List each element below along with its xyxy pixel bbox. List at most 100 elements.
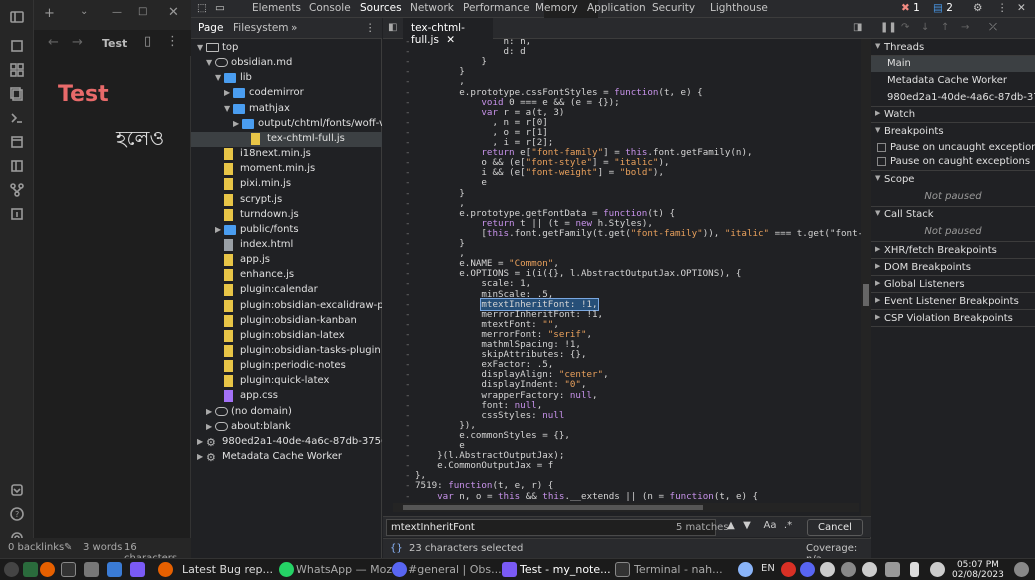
call-stack-section[interactable]: ▼ Call Stack [871,206,1035,223]
tree-item[interactable]: app.js [191,253,382,268]
tree-item[interactable]: plugin:calendar [191,283,382,298]
backlinks-count[interactable]: 0 backlinks [8,542,64,553]
tab-elements[interactable]: Elements [252,2,301,14]
global-listeners-section[interactable]: ▶ Global Listeners [871,276,1035,293]
calendar-icon[interactable] [9,134,25,150]
dom-breakpoints-section[interactable]: ▶ DOM Breakpoints [871,259,1035,276]
tab-lighthouse[interactable]: Lighthouse [710,2,768,14]
collapsed-arrow-icon[interactable]: ▶ [224,88,230,97]
deactivate-breakpoints-icon[interactable]: ⤫ [989,22,997,33]
tree-item[interactable]: ▶ codemirror [191,86,382,101]
code-line[interactable]: - wrapperFactory: null, [383,390,861,401]
tree-item[interactable]: enhance.js [191,268,382,283]
tray-location-icon[interactable] [862,562,877,577]
tree-item[interactable]: i18next.min.js [191,147,382,162]
code-line[interactable]: - e.CommonOutputJax = f [383,461,861,471]
forward-icon[interactable]: → [72,35,83,50]
expanded-arrow-icon[interactable]: ▼ [215,73,221,82]
code-view[interactable]: - h: h, - d: d- } - } - ,- e.prototype.cssF… [383,39,861,519]
open-quick-switcher-icon[interactable] [9,38,25,54]
code-line[interactable]: - var n, o = this && this.__extends || (… [383,491,861,502]
tray-chat-icon[interactable] [820,562,835,577]
pause-icon[interactable]: ❚❚ [880,22,897,33]
close-devtools-icon[interactable]: ✕ [1017,2,1026,14]
more-options-icon[interactable]: ⋮ [166,34,179,49]
tree-item[interactable]: ▶ about:blank [191,420,382,435]
tray-power-icon[interactable] [930,562,945,577]
xhr-breakpoints-section[interactable]: ▶ XHR/fetch Breakpoints [871,242,1035,259]
tree-item[interactable]: ▼ lib [191,71,382,86]
threads-section[interactable]: ▼ Threads [871,39,1035,56]
editor-tab-file[interactable]: tex-chtml-full.js ✕ [403,18,493,46]
tray-battery-icon[interactable] [910,562,919,577]
step-icon[interactable]: → [961,22,969,33]
tab-performance[interactable]: Performance [463,2,530,14]
tree-item[interactable]: plugin:quick-latex [191,374,382,389]
scope-section[interactable]: ▼ Scope [871,171,1035,188]
regex-icon[interactable]: .* [781,520,795,534]
tab-page[interactable]: Page [198,22,223,34]
prev-match-icon[interactable]: ▲ [724,520,738,534]
kanban-icon[interactable] [9,158,25,174]
obsidian-launcher-icon[interactable] [130,562,145,577]
tree-item[interactable]: app.css [191,389,382,404]
toggle-navigator-icon[interactable]: ◧ [388,22,397,33]
tab-memory[interactable]: Memory [535,2,578,14]
new-tab-icon[interactable]: + [44,6,55,21]
code-line[interactable]: - displayIndent: "0", [383,380,861,390]
cancel-search-button[interactable]: Cancel [807,519,863,536]
task-item-bug-report[interactable]: Latest Bug rep... [182,563,273,576]
tree-item[interactable]: pixi.min.js [191,177,382,192]
tray-menu-icon[interactable] [1014,562,1029,577]
more-menu-icon[interactable]: ⋮ [997,2,1008,14]
pause-caught-row[interactable]: Pause on caught exceptions [871,154,1035,171]
step-out-icon[interactable]: ↑ [941,22,949,33]
tree-item[interactable]: ▶ (no domain) [191,405,382,420]
back-icon[interactable]: ← [48,35,59,50]
collapsed-arrow-icon[interactable]: ▶ [233,119,239,128]
daily-note-icon[interactable] [9,206,25,222]
start-menu-icon[interactable] [4,562,19,577]
tree-item[interactable]: ▶ public/fonts [191,223,382,238]
tray-network-icon[interactable] [738,562,753,577]
tree-item[interactable]: plugin:obsidian-latex [191,329,382,344]
expanded-arrow-icon[interactable]: ▼ [206,58,212,67]
breakpoints-section[interactable]: ▼ Breakpoints [871,123,1035,140]
tree-item[interactable]: ▼ top [191,41,382,56]
maximize-icon[interactable]: □ [138,6,147,17]
tray-language[interactable]: EN [761,563,775,574]
tree-item[interactable]: plugin:obsidian-tasks-plugin [191,344,382,359]
app-icon-1[interactable] [23,562,38,577]
event-listener-breakpoints-section[interactable]: ▶ Event Listener Breakpoints [871,293,1035,310]
watch-section[interactable]: ▶ Watch [871,106,1035,123]
vertical-scrollbar[interactable] [861,39,871,519]
toggle-debugger-icon[interactable]: ◨ [853,22,862,33]
inspect-icon[interactable]: ⬚ [197,2,207,14]
task-item-discord[interactable]: #general | Obs... [408,563,502,576]
tray-volume-icon[interactable] [885,562,900,577]
code-line[interactable]: -7519: function(t, e, r) { [383,481,861,491]
match-case-icon[interactable]: Aa [761,520,779,534]
tree-item[interactable]: scrypt.js [191,193,382,208]
chevron-down-icon[interactable]: ⌄ [80,6,88,17]
tab-console[interactable]: Console [309,2,351,14]
code-line[interactable]: - e [383,178,861,188]
tray-mail-icon[interactable] [781,562,796,577]
expanded-arrow-icon[interactable]: ▼ [224,104,230,113]
sidebar-toggle-icon[interactable] [9,9,25,25]
pause-uncaught-checkbox[interactable] [877,143,886,152]
task-item-obsidian[interactable]: Test - my_note... [520,563,611,576]
pause-caught-checkbox[interactable] [877,157,886,166]
clock[interactable]: 05:07 PM 02/08/2023 [952,560,1004,580]
git-icon[interactable] [9,182,25,198]
horizontal-scrollbar[interactable] [393,503,859,512]
collapsed-arrow-icon[interactable]: ▶ [197,452,203,461]
copy-icon[interactable] [9,86,25,102]
thread-uuid[interactable]: 980ed2a1-40de-4a6c-87db-375... [871,90,1035,107]
minimize-icon[interactable]: — [112,7,122,18]
firefox-icon[interactable] [40,562,55,577]
tree-item[interactable]: index.html [191,238,382,253]
tab-application[interactable]: Application [587,2,646,14]
message-badge[interactable]: ▤ 2 [933,2,953,14]
tree-item[interactable]: moment.min.js [191,162,382,177]
